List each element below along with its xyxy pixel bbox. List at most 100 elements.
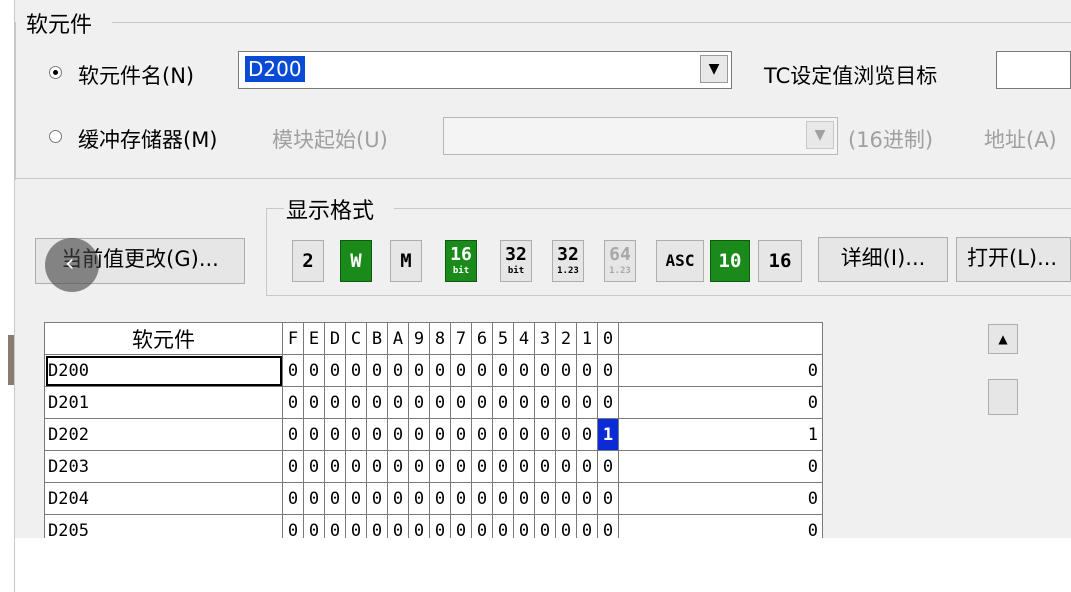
bit-cell[interactable]: 0	[387, 418, 409, 451]
bit-cell[interactable]: 0	[576, 354, 598, 387]
bit-cell[interactable]: 0	[471, 514, 493, 538]
bit-cell[interactable]: 0	[303, 418, 325, 451]
bit-cell[interactable]: 0	[429, 482, 451, 515]
bit-cell[interactable]: 0	[324, 354, 346, 387]
bit-cell[interactable]: 0	[513, 450, 535, 483]
bit-cell[interactable]: 0	[324, 482, 346, 515]
value-cell[interactable]: 1	[618, 418, 823, 451]
device-cell[interactable]: D205	[44, 514, 283, 538]
table-row[interactable]: D205 0 0 0 0 0 0 0 0 0 0 0 0 0 0 0 0 0	[44, 514, 823, 538]
value-cell[interactable]: 0	[618, 482, 823, 515]
bit-cell[interactable]: 0	[429, 418, 451, 451]
bit-cell[interactable]: 0	[387, 354, 409, 387]
bit-cell[interactable]: 0	[345, 450, 367, 483]
bit-cell[interactable]: 0	[513, 354, 535, 387]
bit-cell[interactable]: 0	[324, 450, 346, 483]
bit-cell[interactable]: 0	[387, 386, 409, 419]
bit-cell[interactable]: 0	[345, 354, 367, 387]
value-cell[interactable]: 0	[618, 450, 823, 483]
bit-cell[interactable]: 0	[555, 386, 577, 419]
device-cell[interactable]: D200	[44, 354, 283, 387]
bit-cell[interactable]: 0	[597, 514, 619, 538]
table-row[interactable]: D203 0 0 0 0 0 0 0 0 0 0 0 0 0 0 0 0 0	[44, 450, 823, 483]
bit-cell[interactable]: 0	[513, 386, 535, 419]
table-row[interactable]: D200 0 0 0 0 0 0 0 0 0 0 0 0 0 0 0 0 0	[44, 354, 823, 387]
bit-cell[interactable]: 0	[576, 482, 598, 515]
bit-cell[interactable]: 0	[555, 418, 577, 451]
bit-cell[interactable]: 0	[282, 482, 304, 515]
bit-cell[interactable]: 0	[282, 354, 304, 387]
bit-cell[interactable]: 0	[366, 450, 388, 483]
bit-cell[interactable]: 0	[366, 354, 388, 387]
device-cell[interactable]: D201	[44, 386, 283, 419]
value-cell[interactable]: 0	[618, 514, 823, 538]
bit-cell[interactable]: 0	[387, 450, 409, 483]
bit-cell[interactable]: 0	[471, 386, 493, 419]
bit-cell[interactable]: 0	[450, 386, 472, 419]
bit-cell[interactable]: 0	[597, 482, 619, 515]
bit-cell[interactable]: 0	[303, 354, 325, 387]
bit-cell[interactable]: 0	[408, 482, 430, 515]
bit-cell[interactable]: 0	[450, 418, 472, 451]
bit-cell[interactable]: 0	[324, 418, 346, 451]
scroll-thumb[interactable]	[988, 379, 1018, 415]
bit-cell[interactable]: 0	[555, 354, 577, 387]
bit-cell[interactable]: 0	[429, 514, 451, 538]
bit-cell[interactable]: 0	[282, 514, 304, 538]
bit-cell[interactable]: 0	[303, 450, 325, 483]
bit-cell[interactable]: 0	[450, 514, 472, 538]
table-row[interactable]: D201 0 0 0 0 0 0 0 0 0 0 0 0 0 0 0 0 0	[44, 386, 823, 419]
bit-cell[interactable]: 0	[408, 514, 430, 538]
bit-cell[interactable]: 0	[492, 354, 514, 387]
bit-cell[interactable]: 1	[597, 418, 619, 451]
bit-cell[interactable]: 0	[408, 386, 430, 419]
bit-cell[interactable]: 0	[555, 450, 577, 483]
bit-cell[interactable]: 0	[366, 482, 388, 515]
bit-cell[interactable]: 0	[303, 514, 325, 538]
bit-cell[interactable]: 0	[450, 450, 472, 483]
bit-cell[interactable]: 0	[597, 354, 619, 387]
bit-cell[interactable]: 0	[345, 386, 367, 419]
device-cell[interactable]: D204	[44, 482, 283, 515]
device-cell[interactable]: D202	[44, 418, 283, 451]
bit-cell[interactable]: 0	[513, 482, 535, 515]
bit-cell[interactable]: 0	[492, 450, 514, 483]
bit-cell[interactable]: 0	[471, 354, 493, 387]
bit-cell[interactable]: 0	[366, 386, 388, 419]
bit-cell[interactable]: 0	[429, 386, 451, 419]
bit-cell[interactable]: 0	[324, 514, 346, 538]
bit-cell[interactable]: 0	[576, 514, 598, 538]
table-row[interactable]: D204 0 0 0 0 0 0 0 0 0 0 0 0 0 0 0 0 0	[44, 482, 823, 515]
bit-cell[interactable]: 0	[450, 482, 472, 515]
bit-cell[interactable]: 0	[345, 418, 367, 451]
bit-cell[interactable]: 0	[429, 450, 451, 483]
bit-cell[interactable]: 0	[471, 418, 493, 451]
bit-cell[interactable]: 0	[387, 482, 409, 515]
bit-cell[interactable]: 0	[492, 386, 514, 419]
bit-cell[interactable]: 0	[408, 354, 430, 387]
bit-cell[interactable]: 0	[303, 386, 325, 419]
bit-cell[interactable]: 0	[534, 514, 556, 538]
bit-cell[interactable]: 0	[534, 482, 556, 515]
bit-cell[interactable]: 0	[534, 354, 556, 387]
bit-cell[interactable]: 0	[597, 450, 619, 483]
value-cell[interactable]: 0	[618, 386, 823, 419]
bit-cell[interactable]: 0	[282, 418, 304, 451]
bit-cell[interactable]: 0	[576, 450, 598, 483]
bit-cell[interactable]: 0	[576, 386, 598, 419]
value-cell[interactable]: 0	[618, 354, 823, 387]
bit-cell[interactable]: 0	[450, 354, 472, 387]
bit-cell[interactable]: 0	[471, 450, 493, 483]
device-cell[interactable]: D203	[44, 450, 283, 483]
bit-cell[interactable]: 0	[303, 482, 325, 515]
bit-cell[interactable]: 0	[366, 514, 388, 538]
bit-cell[interactable]: 0	[555, 482, 577, 515]
bit-cell[interactable]: 0	[534, 418, 556, 451]
bit-cell[interactable]: 0	[324, 386, 346, 419]
bit-cell[interactable]: 0	[366, 418, 388, 451]
bit-cell[interactable]: 0	[576, 418, 598, 451]
bit-cell[interactable]: 0	[429, 354, 451, 387]
bit-cell[interactable]: 0	[534, 386, 556, 419]
bit-cell[interactable]: 0	[534, 450, 556, 483]
bit-cell[interactable]: 0	[492, 514, 514, 538]
